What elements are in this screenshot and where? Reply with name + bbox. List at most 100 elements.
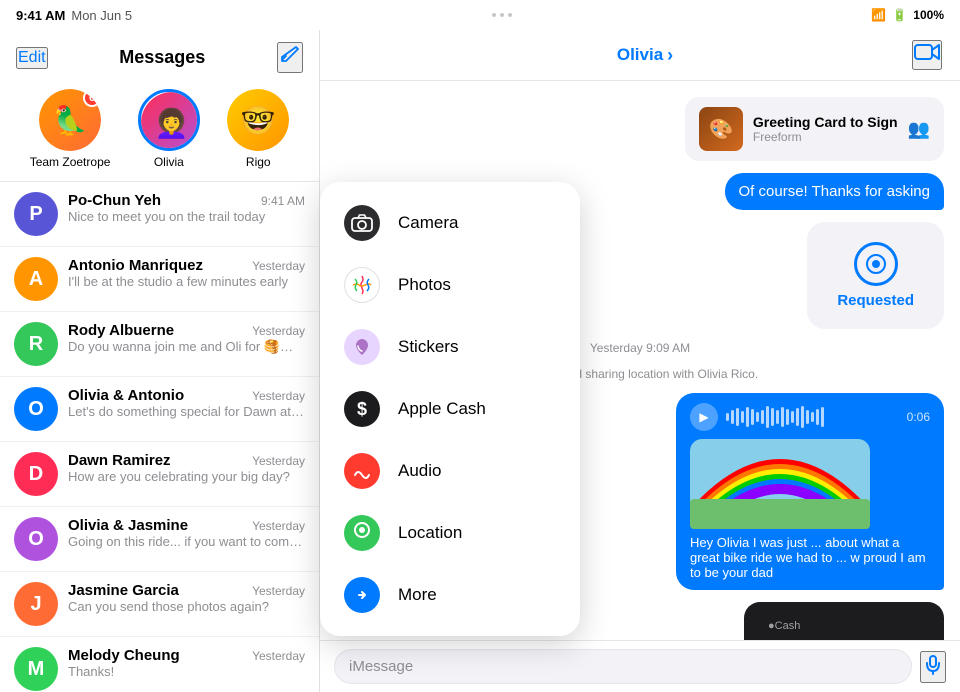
apple-cash-card: ●Cash $15: [744, 602, 944, 640]
app-picker-camera[interactable]: Camera: [320, 192, 580, 254]
camera-icon: [344, 205, 380, 241]
msg-preview: Can you send those photos again?: [68, 599, 305, 614]
message-list-item[interactable]: D Dawn Ramirez Yesterday How are you cel…: [0, 442, 319, 507]
msg-name: Po-Chun Yeh: [68, 192, 161, 209]
msg-avatar: M: [14, 647, 58, 691]
msg-preview: How are you celebrating your big day?: [68, 469, 305, 484]
stickers-icon: [344, 329, 380, 365]
apple-cash-label: Apple Cash: [398, 399, 486, 419]
photos-icon: [344, 267, 380, 303]
pinned-item-olivia[interactable]: 👩‍🦱 Olivia: [138, 89, 200, 169]
app-picker-photos[interactable]: Photos: [320, 254, 580, 316]
message-list-item[interactable]: M Melody Cheung Yesterday Thanks!: [0, 637, 319, 692]
input-bar: iMessage: [320, 640, 960, 692]
message-list-item[interactable]: O Olivia & Jasmine Yesterday Going on th…: [0, 507, 319, 572]
audio-rainbow-bubble: ▶: [676, 393, 944, 590]
audio-label: Audio: [398, 461, 441, 481]
rainbow-image: [690, 439, 870, 529]
compose-button[interactable]: [277, 42, 303, 73]
message-list-item[interactable]: O Olivia & Antonio Yesterday Let's do so…: [0, 377, 319, 442]
pinned-item-rigo[interactable]: 🤓 Rigo: [227, 89, 289, 169]
sidebar-title: Messages: [119, 47, 205, 68]
facetime-button[interactable]: [912, 40, 942, 70]
greeting-card-subtitle: Freeform: [753, 130, 898, 144]
msg-avatar: P: [14, 192, 58, 236]
requested-card: Requested: [807, 222, 944, 329]
more-icon: [344, 577, 380, 613]
msg-time: Yesterday: [252, 519, 305, 533]
msg-name: Dawn Ramirez: [68, 452, 171, 469]
chat-header: Olivia ›: [320, 30, 960, 81]
pinned-contacts-row: 🦜 6 Team Zoetrope 👩‍🦱 Olivia 🤓: [0, 81, 319, 182]
message-list-item[interactable]: P Po-Chun Yeh 9:41 AM Nice to meet you o…: [0, 182, 319, 247]
status-time: 9:41 AM: [16, 8, 65, 23]
msg-preview: Nice to meet you on the trail today: [68, 209, 305, 224]
msg-name: Rody Albuerne: [68, 322, 174, 339]
app-picker-location[interactable]: Location: [320, 502, 580, 564]
location-icon: [344, 515, 380, 551]
chat-title[interactable]: Olivia ›: [617, 45, 673, 66]
app-picker-audio[interactable]: Audio: [320, 440, 580, 502]
status-day: Mon Jun 5: [71, 8, 132, 23]
pinned-label-olivia: Olivia: [154, 155, 184, 169]
location-label: Location: [398, 523, 462, 543]
input-placeholder: iMessage: [349, 658, 413, 675]
message-input[interactable]: iMessage: [334, 649, 912, 684]
msg-name: Olivia & Antonio: [68, 387, 184, 404]
msg-name: Antonio Manriquez: [68, 257, 203, 274]
message-list-item[interactable]: J Jasmine Garcia Yesterday Can you send …: [0, 572, 319, 637]
msg-name: Melody Cheung: [68, 647, 180, 664]
sidebar-header: Edit Messages: [0, 30, 319, 81]
msg-time: Yesterday: [252, 259, 305, 273]
audio-play-button[interactable]: ▶: [690, 403, 718, 431]
pinned-item-team-zoetrope[interactable]: 🦜 6 Team Zoetrope: [30, 89, 111, 169]
greeting-card-thumbnail: 🎨: [699, 107, 743, 151]
msg-preview: Let's do something special for Dawn at t…: [68, 404, 305, 419]
msg-time: Yesterday: [252, 649, 305, 663]
battery-icon: 🔋: [892, 8, 907, 22]
app-picker-overlay: Camera Photos: [320, 182, 580, 636]
avatar-rigo: 🤓: [227, 89, 289, 151]
message-list-item[interactable]: R Rody Albuerne Yesterday Do you wanna j…: [0, 312, 319, 377]
badge-team-zoetrope: 6: [83, 89, 101, 107]
message-list-item[interactable]: A Antonio Manriquez Yesterday I'll be at…: [0, 247, 319, 312]
msg-time: Yesterday: [252, 389, 305, 403]
msg-avatar: D: [14, 452, 58, 496]
msg-time: Yesterday: [252, 584, 305, 598]
wifi-icon: 📶: [871, 8, 886, 22]
chat-contact-name: Olivia: [617, 45, 663, 65]
app-picker-apple-cash[interactable]: $ Apple Cash: [320, 378, 580, 440]
main-layout: Edit Messages 🦜 6 Team Zoetrope: [0, 30, 960, 692]
msg-preview: Do you wanna join me and Oli for 🥞🐻 brea…: [68, 339, 305, 355]
msg-avatar: O: [14, 387, 58, 431]
apple-cash-icon: $: [344, 391, 380, 427]
photos-label: Photos: [398, 275, 451, 295]
requested-label: Requested: [837, 292, 914, 309]
msg-name: Jasmine Garcia: [68, 582, 179, 599]
msg-avatar: O: [14, 517, 58, 561]
status-bar-dots: [492, 9, 512, 21]
sidebar: Edit Messages 🦜 6 Team Zoetrope: [0, 30, 320, 692]
app-picker-stickers[interactable]: Stickers: [320, 316, 580, 378]
msg-time: 9:41 AM: [261, 194, 305, 208]
requested-icon: [854, 242, 898, 286]
audio-record-button[interactable]: [920, 651, 946, 683]
greeting-card-group-icon: 👥: [908, 119, 930, 140]
greeting-card-message: 🎨 Greeting Card to Sign Freeform 👥: [685, 97, 944, 161]
chevron-icon: ›: [667, 45, 673, 66]
more-label: More: [398, 585, 437, 605]
msg-preview: I'll be at the studio a few minutes earl…: [68, 274, 305, 289]
app-picker-more[interactable]: More: [320, 564, 580, 626]
status-bar-right: 📶 🔋 100%: [871, 8, 944, 22]
status-bar-left: 9:41 AM Mon Jun 5: [16, 8, 132, 23]
pinned-label-rigo: Rigo: [246, 155, 271, 169]
apple-cash-logo: ●Cash: [768, 618, 800, 632]
battery-level: 100%: [913, 8, 944, 22]
edit-button[interactable]: Edit: [16, 47, 48, 69]
waveform: [726, 405, 899, 429]
audio-duration: 0:06: [907, 410, 930, 424]
msg-time: Yesterday: [252, 454, 305, 468]
greeting-card-title: Greeting Card to Sign: [753, 114, 898, 130]
msg-time: Yesterday: [252, 324, 305, 338]
avatar-olivia: 👩‍🦱: [138, 89, 200, 151]
